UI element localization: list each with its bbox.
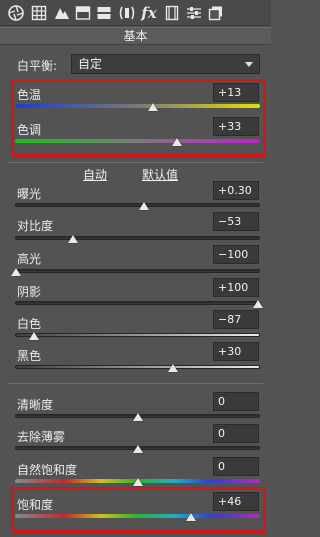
slider-thumb-dehaze[interactable] bbox=[133, 445, 143, 453]
slider-thumb-highlights[interactable] bbox=[11, 268, 21, 276]
highlight-box-saturation bbox=[11, 487, 266, 533]
fx-icon[interactable]: fx bbox=[139, 3, 159, 23]
slider-label-contrast: 对比度 bbox=[17, 219, 54, 233]
value-field-dehaze[interactable]: 0 bbox=[213, 424, 259, 443]
slider-label-exposure: 曝光 bbox=[17, 187, 42, 201]
slider-thumb-blacks[interactable] bbox=[168, 364, 178, 372]
white-balance-select[interactable]: 自定 bbox=[71, 54, 260, 74]
slider-track-highlights[interactable] bbox=[15, 269, 260, 273]
slider-label-clarity: 清晰度 bbox=[17, 398, 54, 412]
value-field-exposure[interactable]: +0.30 bbox=[213, 181, 259, 200]
slider-thumb-contrast[interactable] bbox=[68, 235, 78, 243]
value-field-highlights[interactable]: −100 bbox=[213, 245, 259, 264]
slider-label-blacks: 黑色 bbox=[17, 349, 42, 363]
value-field-shadows[interactable]: +100 bbox=[213, 278, 259, 297]
slider-track-shadows[interactable] bbox=[15, 301, 260, 305]
value-field-whites[interactable]: −87 bbox=[213, 310, 259, 329]
slider-label-highlights: 高光 bbox=[17, 252, 42, 266]
slider-track-contrast[interactable] bbox=[15, 236, 260, 240]
sliders-icon[interactable] bbox=[184, 3, 204, 23]
slider-thumb-shadows[interactable] bbox=[253, 300, 263, 308]
slider-label-whites: 白色 bbox=[17, 317, 42, 331]
slider-label-shadows: 阴影 bbox=[17, 285, 42, 299]
value-field-blacks[interactable]: +30 bbox=[213, 342, 259, 361]
value-field-vibrance[interactable]: 0 bbox=[213, 457, 259, 476]
slider-thumb-whites[interactable] bbox=[29, 332, 39, 340]
mountains-icon[interactable] bbox=[52, 3, 72, 23]
slider-thumb-vibrance[interactable] bbox=[133, 478, 143, 486]
panel-toolbar: fx bbox=[0, 0, 271, 26]
split-horizontal-icon[interactable] bbox=[94, 3, 114, 23]
value-field-contrast[interactable]: −53 bbox=[213, 212, 259, 231]
stack-icon[interactable] bbox=[206, 3, 226, 23]
aperture-icon[interactable] bbox=[6, 3, 26, 23]
auto-link[interactable]: 自动 bbox=[83, 166, 107, 183]
lens-icon[interactable] bbox=[117, 3, 137, 23]
panel-title: 基本 bbox=[0, 27, 271, 45]
divider bbox=[8, 383, 263, 384]
slider-track-blacks[interactable] bbox=[15, 365, 260, 369]
slider-label-dehaze: 去除薄雾 bbox=[17, 430, 66, 444]
slider-track-exposure[interactable] bbox=[15, 203, 260, 207]
slider-thumb-exposure[interactable] bbox=[139, 202, 149, 210]
grid-icon[interactable] bbox=[29, 3, 49, 23]
default-link[interactable]: 默认值 bbox=[142, 166, 178, 183]
white-balance-label: 白平衡: bbox=[17, 59, 58, 73]
highlight-box-wb bbox=[11, 79, 266, 157]
slider-thumb-clarity[interactable] bbox=[133, 413, 143, 421]
divider bbox=[8, 162, 263, 163]
value-field-clarity[interactable]: 0 bbox=[213, 392, 259, 411]
split-panel-icon[interactable] bbox=[73, 3, 93, 23]
white-balance-value: 自定 bbox=[78, 57, 103, 71]
slider-label-vibrance: 自然饱和度 bbox=[17, 463, 78, 477]
chevron-down-icon bbox=[245, 62, 253, 67]
film-icon[interactable] bbox=[162, 3, 182, 23]
slider-track-whites[interactable] bbox=[15, 333, 260, 337]
